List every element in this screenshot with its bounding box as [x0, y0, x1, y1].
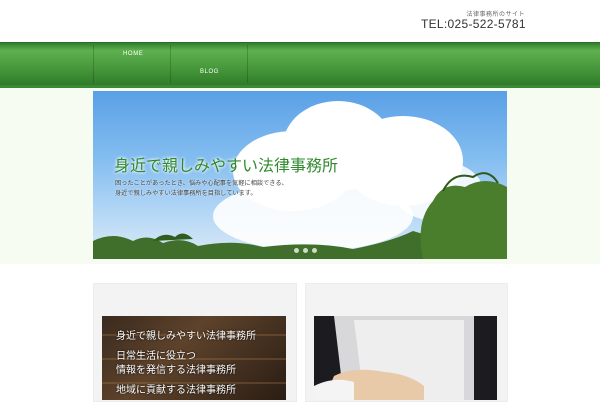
nav-item-blog[interactable]: BLOG [200, 69, 219, 75]
card-line: 日常生活に役立つ [116, 351, 196, 362]
laptop-illustration [314, 316, 497, 400]
nav-divider [247, 45, 248, 83]
card-line: 情報を発信する法律事務所 [116, 365, 236, 376]
nav-divider [170, 45, 171, 83]
slider-dot[interactable] [294, 248, 299, 253]
hero-subtitle: 困ったことがあったとき、悩みや心配事を気軽に相談できる、 身近で親しみやすい法律… [115, 179, 375, 199]
hero-title: 身近で親しみやすい法律事務所 [114, 156, 339, 175]
slider-dots [285, 248, 317, 253]
site-header: 法律事務所のサイト TEL:025-522-5781 [0, 0, 600, 42]
laptop-hand-image [314, 316, 497, 400]
hero-subtitle-line: 困ったことがあったとき、悩みや心配事を気軽に相談できる、 [115, 180, 288, 187]
hero-subtitle-line: 身近で親しみやすい法律事務所を目指しています。 [115, 190, 257, 197]
slider-dot[interactable] [303, 248, 308, 253]
card-line: 身近で親しみやすい法律事務所 [116, 331, 256, 342]
slider-dot[interactable] [285, 248, 290, 253]
card-line: 地域に貢献する法律事務所 [116, 385, 236, 396]
main-nav: HOME BLOG [0, 42, 600, 89]
nav-divider [93, 45, 94, 83]
phone-number[interactable]: TEL:025-522-5781 [421, 17, 526, 31]
slider-dot[interactable] [312, 248, 317, 253]
nav-item-home[interactable]: HOME [123, 51, 143, 57]
